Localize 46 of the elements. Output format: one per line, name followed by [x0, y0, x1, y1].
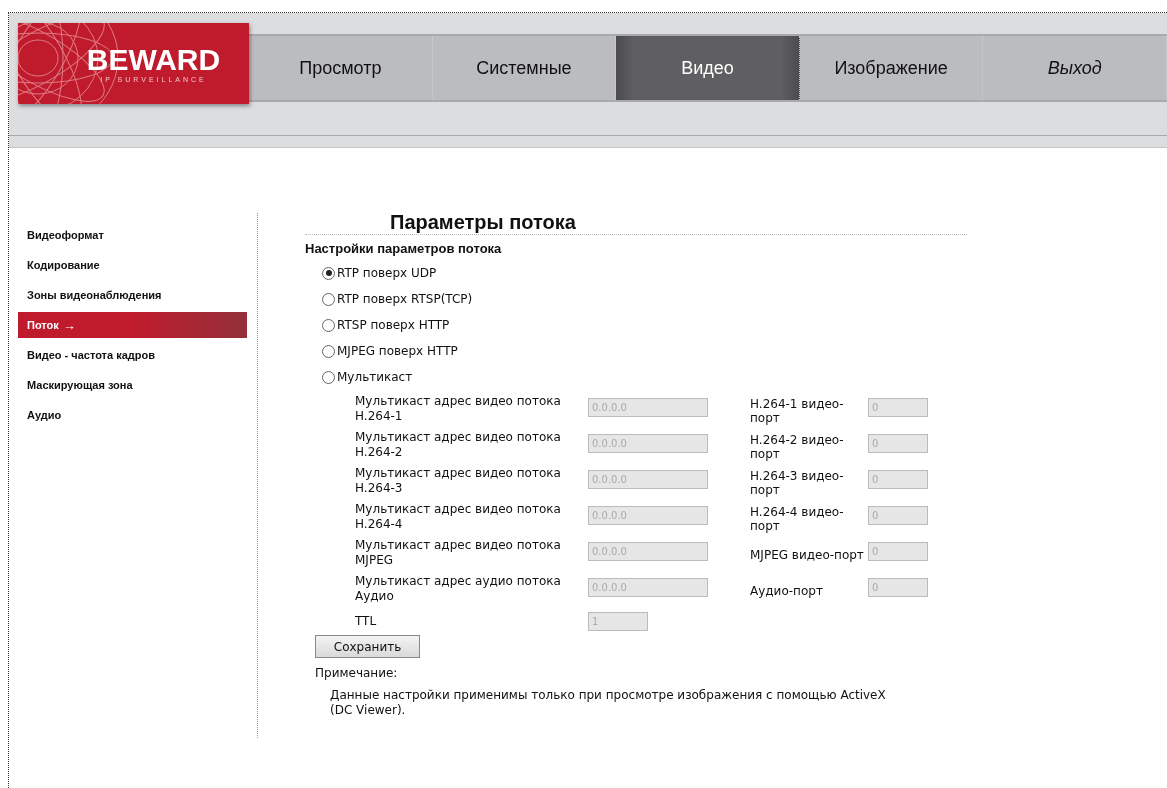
sidebar-item[interactable]: Видео - частота кадров	[18, 340, 247, 370]
save-button[interactable]: Сохранить	[315, 635, 420, 658]
field-label: Мультикаст адрес видео потока H.264-3	[355, 466, 562, 497]
field-label: Аудио-порт	[750, 584, 823, 598]
protocol-radio[interactable]: RTP поверх RTSP(TCP)	[322, 286, 1167, 312]
radio-icon[interactable]	[322, 266, 335, 280]
nav-tab[interactable]: Просмотр	[249, 36, 433, 100]
protocol-radio[interactable]: RTSP поверх HTTP	[322, 312, 1167, 338]
radio-icon[interactable]	[322, 370, 335, 384]
radio-label: MJPEG поверх HTTP	[337, 344, 458, 358]
field-label: Мультикаст адрес аудио потока Аудио	[355, 574, 562, 605]
sidebar-item[interactable]: Кодирование	[18, 250, 247, 280]
field-label: MJPEG видео-порт	[750, 548, 864, 562]
field-label: H.264-3 видео-порт	[750, 469, 845, 497]
sidebar-item[interactable]: Поток →	[18, 312, 247, 338]
sidebar-item[interactable]: Маскирующая зона	[18, 370, 247, 400]
logo-text: BEWARD	[86, 44, 221, 76]
radio-label: RTP поверх RTSP(TCP)	[337, 292, 473, 306]
radio-label: RTSP поверх HTTP	[337, 318, 450, 332]
field-label: Мультикаст адрес видео потока MJPEG	[355, 538, 562, 569]
arrow-glyph: →	[62, 317, 76, 333]
field-label: H.264-2 видео-порт	[750, 433, 845, 461]
nav-tab[interactable]: Видео	[616, 36, 800, 100]
protocol-radio[interactable]: Мультикаст	[322, 364, 1167, 390]
radio-icon[interactable]	[322, 344, 335, 358]
field-label: TTL	[355, 612, 378, 630]
field-label: Мультикаст адрес видео потока H.264-4	[355, 502, 562, 533]
nav-tab[interactable]: Изображение	[799, 36, 984, 100]
field-label: H.264-4 видео-порт	[750, 505, 845, 533]
radio-icon[interactable]	[322, 292, 335, 306]
note-text: Данные настройки применимы только при просмотре изображения с помощью ActiveX (DC Viewer).	[330, 688, 887, 718]
field-label: H.264-1 видео-порт	[750, 397, 845, 425]
field-label: Мультикаст адрес видео потока H.264-2	[355, 430, 562, 461]
radio-label: Мультикаст	[337, 370, 413, 384]
protocol-radio[interactable]: MJPEG поверх HTTP	[322, 338, 1167, 364]
field-label: Мультикаст адрес видео потока H.264-1	[355, 394, 562, 425]
section-title: Настройки параметров потока	[305, 241, 503, 256]
sidebar-item[interactable]: Аудио	[18, 400, 247, 430]
sidebar-item[interactable]: Видеоформат	[18, 220, 247, 250]
note-heading: Примечание:	[315, 666, 399, 680]
radio-label: RTP поверх UDP	[337, 266, 437, 280]
sidebar-item[interactable]: Зоны видеонаблюдения	[18, 280, 247, 310]
page-title: Параметры потока	[305, 210, 967, 235]
nav-tab[interactable]: Выход	[983, 36, 1167, 100]
radio-icon[interactable]	[322, 318, 335, 332]
protocol-radio[interactable]: RTP поверх UDP	[322, 260, 1167, 286]
